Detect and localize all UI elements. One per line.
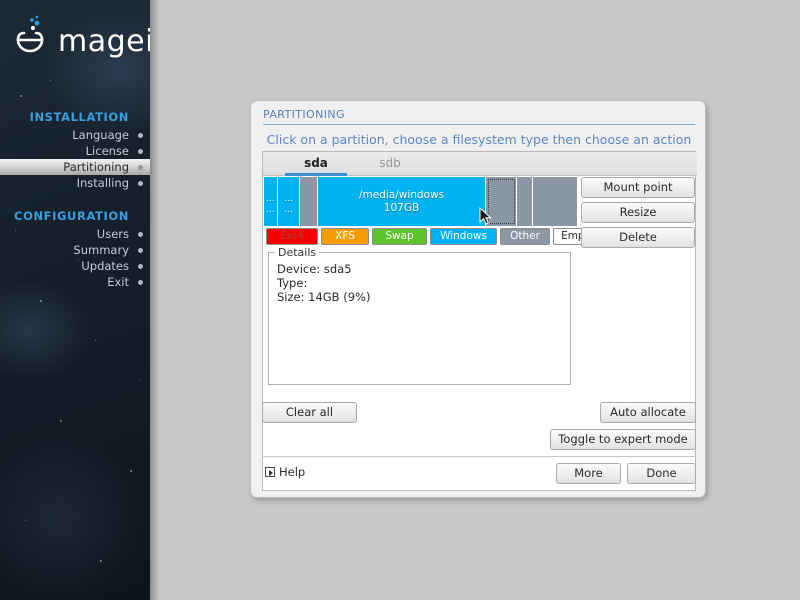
- tab-sda[interactable]: sda: [285, 152, 347, 176]
- help-label: Help: [279, 465, 306, 479]
- filesystem-legend: Ext4 XFS Swap Windows Other Empty: [265, 228, 603, 245]
- sidebar-item-label: Language: [72, 128, 129, 142]
- partition-segment-selected[interactable]: [486, 177, 517, 226]
- footer-divider: [262, 456, 696, 457]
- sidebar-item-label: Partitioning: [63, 160, 129, 174]
- legend-windows[interactable]: Windows: [430, 228, 497, 245]
- step-dot-icon: [138, 165, 143, 170]
- partition-label: ...: [284, 194, 293, 204]
- step-dot-icon: [138, 280, 143, 285]
- details-legend-label: Details: [275, 246, 320, 259]
- partition-label: ...: [266, 194, 275, 204]
- dialog-title: PARTITIONING: [263, 108, 345, 121]
- partition-strip: ... ... ... ... /media/windows 107GB: [264, 177, 577, 226]
- delete-button[interactable]: Delete: [581, 227, 695, 248]
- legend-swap[interactable]: Swap: [372, 228, 427, 245]
- resize-button[interactable]: Resize: [581, 202, 695, 223]
- partition-size: ...: [284, 205, 293, 215]
- clear-all-button[interactable]: Clear all: [262, 402, 357, 423]
- dialog-title-rule: [263, 124, 695, 125]
- sidebar-item-language[interactable]: Language: [0, 127, 150, 143]
- details-content: Device: sda5 Type: Size: 14GB (9%): [277, 262, 370, 304]
- logo-wordmark: mageia: [58, 24, 150, 59]
- step-dot-icon: [138, 181, 143, 186]
- legend-xfs[interactable]: XFS: [321, 228, 369, 245]
- help-link[interactable]: Help: [265, 465, 305, 479]
- sidebar-item-label: License: [85, 144, 129, 158]
- partition-segment[interactable]: [517, 177, 533, 226]
- disk-tabs: sda sdb: [263, 152, 697, 176]
- step-dot-icon: [138, 149, 143, 154]
- partition-segment[interactable]: ... ...: [264, 177, 278, 226]
- more-button[interactable]: More: [556, 463, 621, 484]
- partition-segment[interactable]: [533, 177, 577, 226]
- partition-size: ...: [266, 205, 275, 215]
- partition-segment[interactable]: [300, 177, 318, 226]
- installer-steps-nav: INSTALLATION Language License Partitioni…: [0, 110, 150, 290]
- sidebar-item-summary[interactable]: Summary: [0, 242, 150, 258]
- sidebar-item-label: Updates: [81, 259, 129, 273]
- legend-ext4[interactable]: Ext4: [266, 228, 318, 245]
- nav-heading-installation: INSTALLATION: [29, 110, 129, 124]
- details-device: Device: sda5: [277, 262, 352, 276]
- installer-sidebar: mageia INSTALLATION Language License Par…: [0, 0, 150, 600]
- sidebar-item-label: Exit: [107, 275, 129, 289]
- details-groupbox: Details Device: sda5 Type: Size: 14GB (9…: [268, 246, 571, 385]
- sidebar-shadow: [150, 0, 160, 600]
- legend-other[interactable]: Other: [500, 228, 550, 245]
- sidebar-item-users[interactable]: Users: [0, 226, 150, 242]
- partitioning-dialog: PARTITIONING Click on a partition, choos…: [250, 100, 706, 498]
- sidebar-item-label: Summary: [73, 243, 129, 257]
- step-dot-icon: [138, 133, 143, 138]
- dialog-hint-text: Click on a partition, choose a filesyste…: [266, 132, 692, 147]
- partition-segment[interactable]: ... ...: [278, 177, 300, 226]
- help-arrow-icon: [265, 467, 275, 477]
- toggle-expert-mode-button[interactable]: Toggle to expert mode: [550, 429, 696, 450]
- sidebar-item-license[interactable]: License: [0, 143, 150, 159]
- partition-label: /media/windows: [358, 189, 445, 201]
- done-button[interactable]: Done: [627, 463, 696, 484]
- details-type: Type:: [277, 276, 308, 290]
- partition-segment-windows[interactable]: /media/windows 107GB: [318, 177, 486, 226]
- sidebar-item-label: Installing: [76, 176, 129, 190]
- mount-point-button[interactable]: Mount point: [581, 177, 695, 198]
- auto-allocate-button[interactable]: Auto allocate: [600, 402, 696, 423]
- mageia-logo: mageia: [12, 14, 150, 66]
- nav-heading-configuration: CONFIGURATION: [14, 209, 129, 223]
- sidebar-item-updates[interactable]: Updates: [0, 258, 150, 274]
- sidebar-item-label: Users: [96, 227, 129, 241]
- step-dot-icon: [138, 232, 143, 237]
- partition-size: 107GB: [383, 202, 420, 214]
- tab-sdb[interactable]: sdb: [359, 152, 421, 176]
- step-dot-icon: [138, 248, 143, 253]
- mageia-cauldron-icon: [16, 15, 44, 53]
- details-size: Size: 14GB (9%): [277, 290, 371, 304]
- step-dot-icon: [138, 264, 143, 269]
- sidebar-item-exit[interactable]: Exit: [0, 274, 150, 290]
- sidebar-item-installing[interactable]: Installing: [0, 175, 150, 191]
- sidebar-item-partitioning[interactable]: Partitioning: [0, 159, 150, 175]
